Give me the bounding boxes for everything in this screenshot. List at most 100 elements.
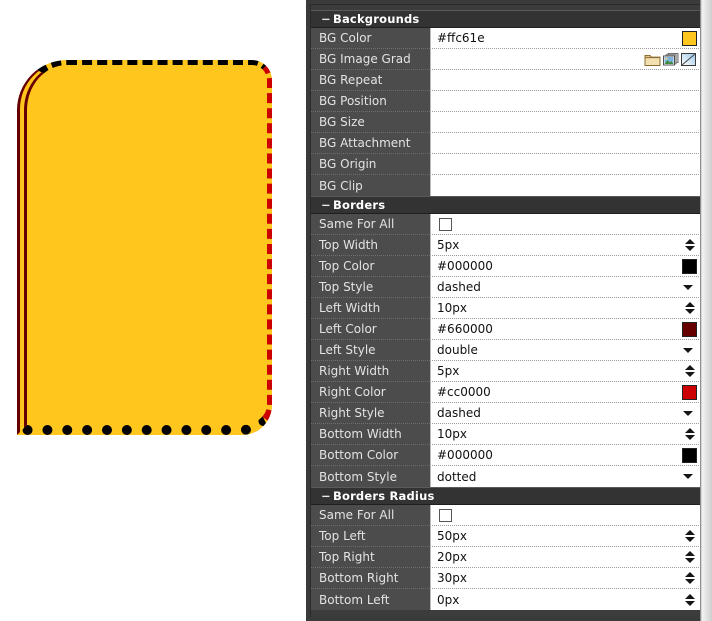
property-row: Bottom Right 30px	[311, 568, 701, 589]
property-value-text[interactable]: 0px	[437, 593, 683, 607]
spinner-up-icon[interactable]	[685, 239, 695, 244]
property-value-cell[interactable]: 20px	[430, 547, 701, 568]
property-value-cell[interactable]: #cc0000	[430, 382, 701, 403]
property-value-cell[interactable]: #660000	[430, 319, 701, 340]
chevron-down-icon[interactable]	[683, 347, 693, 353]
property-value-cell[interactable]	[430, 91, 701, 112]
property-value-cell[interactable]	[430, 133, 701, 154]
chevron-down-icon[interactable]	[683, 284, 693, 290]
spinner-down-icon[interactable]	[685, 600, 695, 606]
scrollbar-thumb[interactable]	[702, 0, 712, 621]
spinner-down-icon[interactable]	[685, 537, 695, 542]
property-value-text[interactable]: dotted	[437, 470, 683, 484]
property-value-text[interactable]: 30px	[437, 571, 683, 585]
property-value-text[interactable]: 5px	[437, 364, 683, 378]
image-gradient-buttons[interactable]	[644, 52, 697, 67]
property-value-cell[interactable]: 10px	[430, 424, 701, 445]
property-value-cell[interactable]: dashed	[430, 403, 701, 424]
collapse-toggle-icon[interactable]: −	[321, 489, 333, 503]
chevron-down-icon[interactable]	[683, 474, 693, 479]
property-value-text[interactable]: 10px	[437, 301, 683, 315]
property-value-cell[interactable]: #000000	[430, 445, 701, 466]
property-value-text[interactable]: 20px	[437, 550, 683, 564]
property-value-cell[interactable]	[430, 49, 701, 70]
spinner-down-icon[interactable]	[685, 579, 695, 584]
property-value-cell[interactable]: #ffc61e	[430, 28, 701, 49]
color-swatch[interactable]	[682, 258, 697, 274]
property-value-text[interactable]: #cc0000	[437, 385, 682, 399]
vertical-scrollbar[interactable]	[700, 0, 712, 621]
spinner-up-icon[interactable]	[685, 428, 695, 433]
spinner-down-icon[interactable]	[685, 372, 695, 377]
property-value-text[interactable]: #000000	[437, 448, 682, 462]
spinner-up-icon[interactable]	[685, 572, 695, 577]
property-value-text[interactable]: #ffc61e	[437, 31, 682, 45]
property-row: BG Repeat	[311, 70, 701, 91]
property-value-cell[interactable]	[430, 70, 701, 91]
property-value-cell[interactable]: 5px	[430, 361, 701, 382]
spinner-stepper[interactable]	[683, 239, 697, 251]
property-value-cell[interactable]	[430, 505, 701, 526]
property-row: Top Style dashed	[311, 277, 701, 298]
property-value-cell[interactable]: 0px	[430, 589, 701, 610]
property-value-text[interactable]: 5px	[437, 238, 683, 252]
spinner-up-icon[interactable]	[685, 365, 695, 370]
property-value-text[interactable]: 50px	[437, 529, 683, 543]
spinner-down-icon[interactable]	[685, 309, 695, 314]
spinner-up-icon[interactable]	[685, 302, 695, 307]
section-header-borders-radius[interactable]: − Borders Radius	[311, 487, 701, 505]
property-row: Left Width 10px	[311, 298, 701, 319]
color-swatch[interactable]	[682, 384, 697, 400]
folder-icon	[644, 54, 661, 66]
property-value-cell[interactable]: 50px	[430, 526, 701, 547]
property-label: Bottom Color	[311, 445, 430, 466]
property-value-text[interactable]: 10px	[437, 427, 683, 441]
property-value-cell[interactable]: 30px	[430, 568, 701, 589]
property-row: Bottom Color #000000	[311, 445, 701, 466]
property-value-text[interactable]: #000000	[437, 259, 682, 273]
spinner-up-icon[interactable]	[685, 551, 695, 556]
property-row: BG Clip	[311, 175, 701, 196]
property-value-cell[interactable]	[430, 175, 701, 196]
spinner-stepper[interactable]	[683, 365, 697, 377]
property-value-cell[interactable]: 5px	[430, 235, 701, 256]
collapse-toggle-icon[interactable]: −	[321, 12, 333, 26]
collapse-toggle-icon[interactable]: −	[321, 198, 333, 212]
property-row: BG Size	[311, 112, 701, 133]
property-value-cell[interactable]	[430, 154, 701, 175]
property-row: Top Left 50px	[311, 526, 701, 547]
property-value-cell[interactable]	[430, 112, 701, 133]
property-value-cell[interactable]: double	[430, 340, 701, 361]
property-value-cell[interactable]: dotted	[430, 466, 701, 487]
checkbox-same-for-all[interactable]	[439, 508, 452, 522]
spinner-stepper[interactable]	[683, 302, 697, 314]
spinner-stepper[interactable]	[683, 572, 697, 584]
property-value-text[interactable]: double	[437, 343, 683, 357]
chevron-down-icon[interactable]	[683, 410, 693, 416]
spinner-stepper[interactable]	[683, 428, 697, 440]
property-label: Bottom Right	[311, 568, 430, 589]
checkbox-same-for-all[interactable]	[439, 217, 452, 231]
property-value-text[interactable]: dashed	[437, 406, 683, 420]
property-value-cell[interactable]: 10px	[430, 298, 701, 319]
spinner-stepper[interactable]	[683, 593, 697, 606]
spinner-down-icon[interactable]	[685, 435, 695, 440]
properties-panel: − Backgrounds BG Color #ffc61e BG Image Grad…	[306, 0, 712, 621]
color-swatch[interactable]	[682, 30, 697, 46]
spinner-up-icon[interactable]	[685, 593, 695, 599]
property-label: BG Image Grad	[311, 49, 430, 70]
color-swatch[interactable]	[682, 321, 697, 337]
section-header-borders[interactable]: − Borders	[311, 196, 701, 214]
spinner-stepper[interactable]	[683, 551, 697, 563]
property-value-cell[interactable]: dashed	[430, 277, 701, 298]
spinner-down-icon[interactable]	[685, 246, 695, 251]
property-value-cell[interactable]	[430, 214, 701, 235]
spinner-down-icon[interactable]	[685, 558, 695, 563]
color-swatch[interactable]	[682, 447, 697, 463]
property-value-text[interactable]: #660000	[437, 322, 682, 336]
property-value-text[interactable]: dashed	[437, 280, 683, 294]
spinner-up-icon[interactable]	[685, 530, 695, 535]
section-header-backgrounds[interactable]: − Backgrounds	[311, 10, 701, 28]
spinner-stepper[interactable]	[683, 530, 697, 542]
property-value-cell[interactable]: #000000	[430, 256, 701, 277]
